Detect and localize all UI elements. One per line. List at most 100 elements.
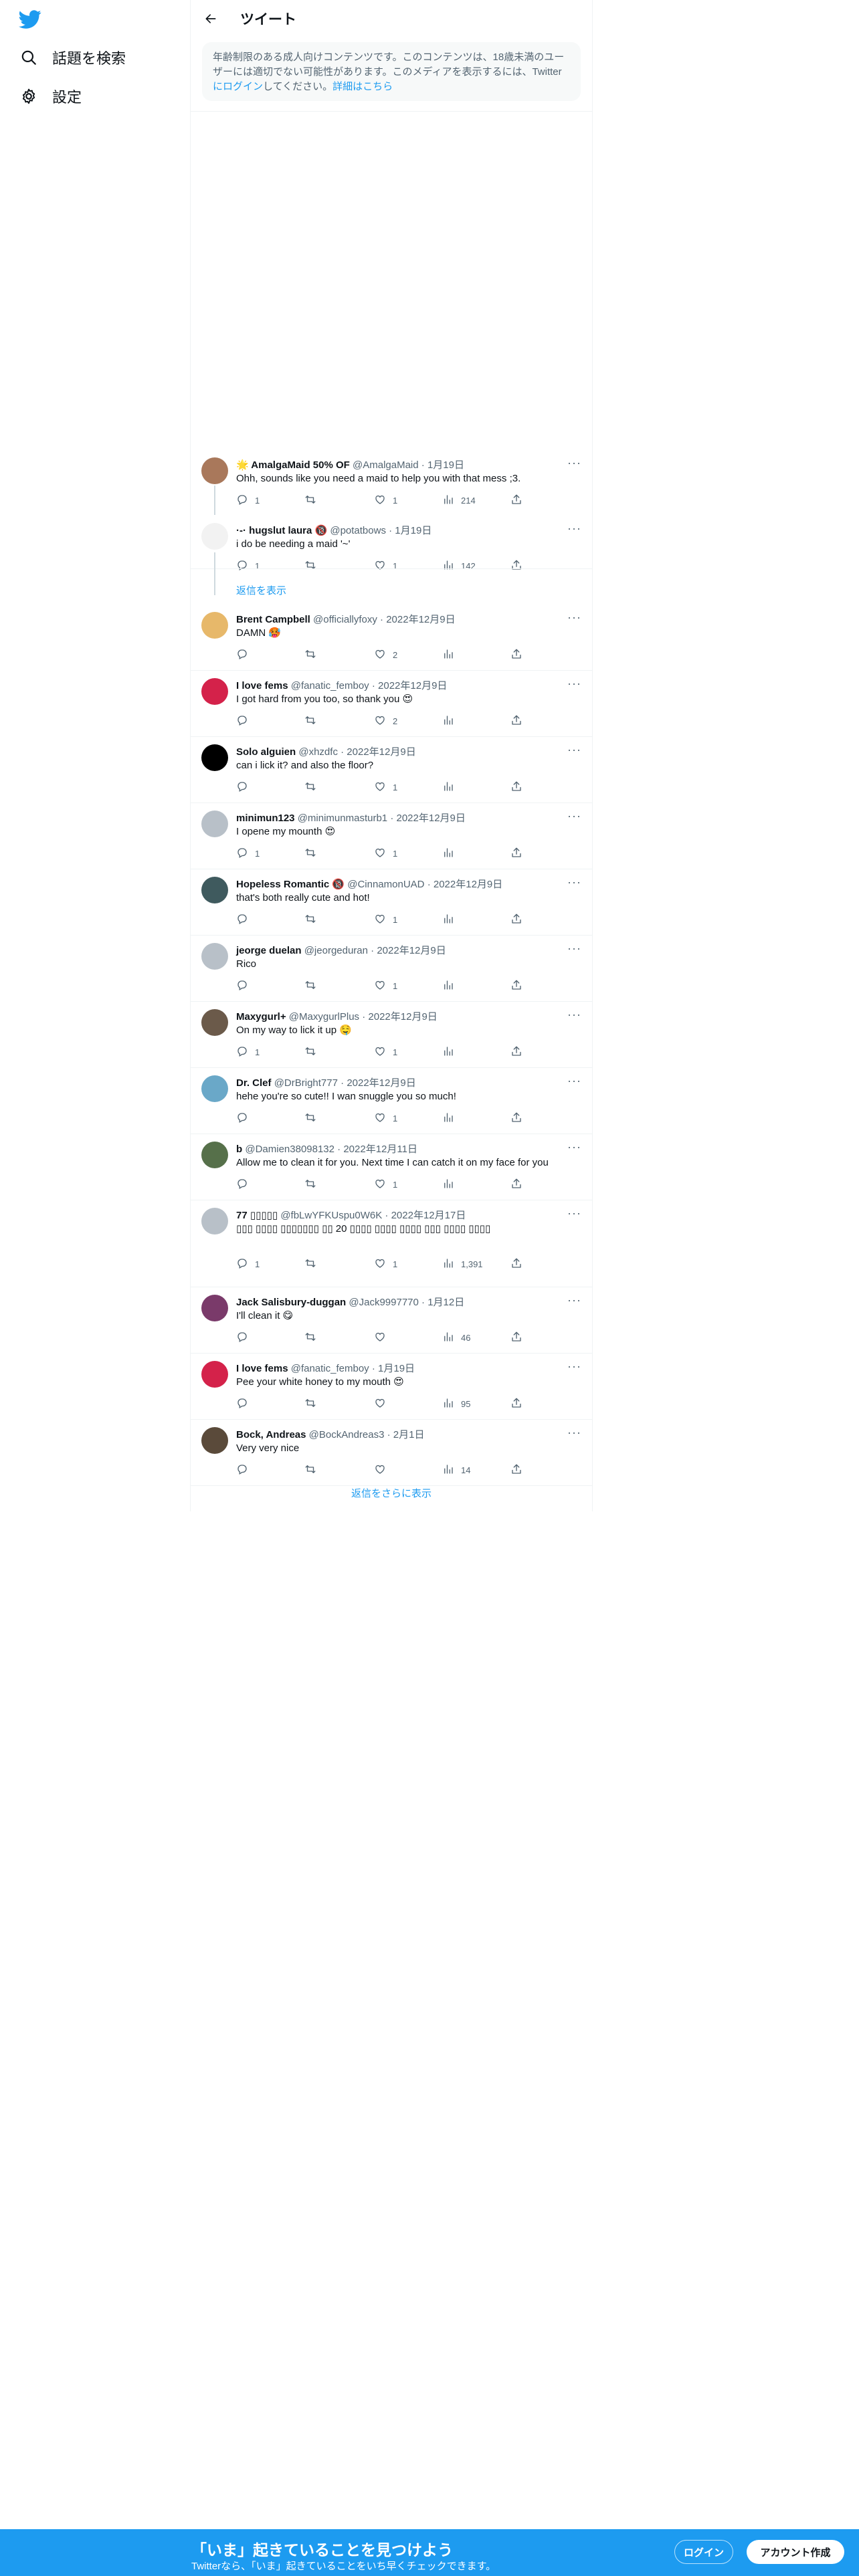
user-handle[interactable]: @AmalgaMaid — [353, 459, 419, 471]
show-replies-link[interactable]: 返信を表示 — [236, 583, 286, 597]
reply-button[interactable] — [236, 1178, 255, 1192]
views-button[interactable] — [442, 979, 461, 993]
nav-settings[interactable]: 設定 — [20, 83, 82, 110]
retweet-button[interactable] — [304, 1257, 323, 1271]
more-options-icon[interactable]: ··· — [567, 1008, 581, 1022]
more-options-icon[interactable]: ··· — [567, 1206, 581, 1220]
avatar[interactable] — [201, 457, 228, 484]
share-button[interactable] — [510, 780, 522, 794]
avatar[interactable] — [201, 1009, 228, 1036]
reply-date[interactable]: 2022年12月9日 — [368, 1011, 437, 1023]
reply-date[interactable]: 2022年12月9日 — [377, 945, 446, 956]
share-button[interactable] — [510, 1397, 522, 1411]
avatar[interactable] — [201, 744, 228, 771]
like-button[interactable]: 1 — [374, 1111, 397, 1125]
more-options-icon[interactable]: ··· — [567, 677, 581, 691]
user-name[interactable]: b — [236, 1144, 242, 1155]
reply-button[interactable]: 1 — [236, 1045, 260, 1059]
reply-item[interactable]: jeorge duelan @jeorgeduran · 2022年12月9日 … — [191, 935, 592, 1001]
reply-item[interactable]: Solo alguien @xhzdfc · 2022年12月9日 ··· ca… — [191, 736, 592, 802]
more-options-icon[interactable]: ··· — [567, 1360, 581, 1374]
learn-more-link[interactable]: 詳細はこちら — [332, 81, 393, 92]
reply-button[interactable] — [236, 714, 255, 728]
login-button[interactable]: ログイン — [674, 2540, 733, 2564]
like-button[interactable] — [374, 1397, 393, 1411]
reply-button[interactable] — [236, 913, 255, 927]
share-button[interactable] — [510, 1178, 522, 1192]
reply-button[interactable]: 1 — [236, 1257, 260, 1271]
user-name[interactable]: Jack Salisbury-duggan — [236, 1297, 346, 1308]
user-name[interactable]: Hopeless Romantic 🔞 — [236, 879, 345, 890]
user-name[interactable]: I love fems — [236, 1363, 288, 1374]
user-name[interactable]: Solo alguien — [236, 746, 296, 758]
reply-item[interactable]: ·-· hugslut laura 🔞 @potatbows · 1月19日 ·… — [191, 515, 592, 571]
more-options-icon[interactable]: ··· — [567, 611, 581, 625]
views-button[interactable] — [442, 1111, 461, 1125]
user-handle[interactable]: @xhzdfc — [298, 746, 338, 758]
reply-date[interactable]: 2022年12月17日 — [391, 1210, 466, 1221]
like-button[interactable]: 2 — [374, 714, 397, 728]
views-button[interactable] — [442, 780, 461, 794]
reply-date[interactable]: 2022年12月9日 — [347, 746, 415, 758]
like-button[interactable]: 1 — [374, 559, 397, 573]
more-options-icon[interactable]: ··· — [567, 1426, 581, 1440]
nav-explore[interactable]: 話題を検索 — [20, 44, 126, 71]
share-button[interactable] — [510, 913, 522, 927]
retweet-button[interactable] — [304, 1178, 323, 1192]
views-button[interactable]: 46 — [442, 1331, 470, 1345]
views-button[interactable] — [442, 648, 461, 662]
more-options-icon[interactable]: ··· — [567, 942, 581, 956]
share-button[interactable] — [510, 1111, 522, 1125]
reply-date[interactable]: 1月19日 — [427, 459, 464, 471]
avatar[interactable] — [201, 523, 228, 550]
user-handle[interactable]: @BockAndreas3 — [309, 1429, 385, 1440]
user-handle[interactable]: @officiallyfoxy — [313, 614, 377, 625]
views-button[interactable] — [442, 1045, 461, 1059]
reply-date[interactable]: 1月12日 — [427, 1297, 464, 1308]
user-name[interactable]: minimun123 — [236, 813, 295, 824]
twitter-logo-icon[interactable] — [19, 8, 41, 31]
like-button[interactable] — [374, 1463, 393, 1477]
user-name[interactable]: Bock, Andreas — [236, 1429, 306, 1440]
views-button[interactable]: 95 — [442, 1397, 470, 1411]
login-link[interactable]: にログイン — [213, 81, 263, 92]
user-name[interactable]: ·-· hugslut laura 🔞 — [236, 525, 327, 536]
signup-button[interactable]: アカウント作成 — [747, 2540, 844, 2564]
reply-button[interactable] — [236, 1397, 255, 1411]
user-name[interactable]: Maxygurl+ — [236, 1011, 286, 1023]
more-options-icon[interactable]: ··· — [567, 1074, 581, 1088]
user-name[interactable]: Brent Campbell — [236, 614, 310, 625]
share-button[interactable] — [510, 847, 522, 861]
more-options-icon[interactable]: ··· — [567, 522, 581, 536]
avatar[interactable] — [201, 678, 228, 705]
user-handle[interactable]: @fbLwYFKUspu0W6K — [280, 1210, 382, 1221]
avatar[interactable] — [201, 1427, 228, 1454]
like-button[interactable]: 2 — [374, 648, 397, 662]
retweet-button[interactable] — [304, 979, 323, 993]
views-button[interactable]: 214 — [442, 494, 476, 508]
share-button[interactable] — [510, 1045, 522, 1059]
user-handle[interactable]: @fanatic_femboy — [291, 680, 369, 691]
retweet-button[interactable] — [304, 714, 323, 728]
reply-button[interactable] — [236, 1463, 255, 1477]
user-handle[interactable]: @DrBright777 — [274, 1077, 338, 1089]
avatar[interactable] — [201, 612, 228, 639]
user-handle[interactable]: @MaxygurlPlus — [289, 1011, 359, 1023]
reply-item[interactable]: Bock, Andreas @BockAndreas3 · 2月1日 ··· V… — [191, 1419, 592, 1485]
reply-button[interactable] — [236, 780, 255, 794]
reply-item[interactable]: Jack Salisbury-duggan @Jack9997770 · 1月1… — [191, 1287, 592, 1353]
retweet-button[interactable] — [304, 847, 323, 861]
share-button[interactable] — [510, 1257, 522, 1271]
reply-item[interactable]: I love fems @fanatic_femboy · 1月19日 ··· … — [191, 1353, 592, 1419]
like-button[interactable]: 1 — [374, 780, 397, 794]
reply-button[interactable] — [236, 979, 255, 993]
reply-button[interactable] — [236, 648, 255, 662]
user-name[interactable]: 77 ▯▯▯▯▯ — [236, 1210, 278, 1221]
avatar[interactable] — [201, 1295, 228, 1321]
retweet-button[interactable] — [304, 1045, 323, 1059]
reply-date[interactable]: 2022年12月9日 — [396, 813, 465, 824]
reply-item[interactable]: Maxygurl+ @MaxygurlPlus · 2022年12月9日 ···… — [191, 1001, 592, 1067]
views-button[interactable] — [442, 1178, 461, 1192]
more-options-icon[interactable]: ··· — [567, 743, 581, 757]
user-handle[interactable]: @fanatic_femboy — [291, 1363, 369, 1374]
